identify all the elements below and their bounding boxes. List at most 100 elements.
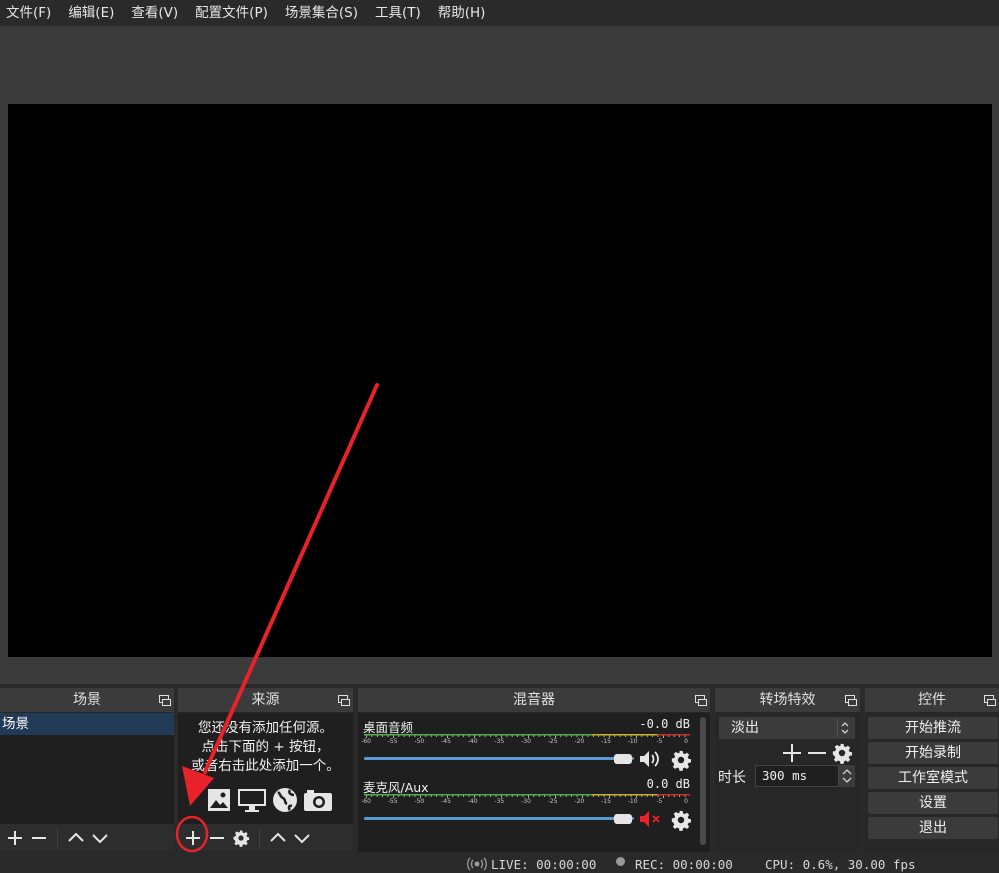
meter-tick-label: -40 [467,738,478,745]
move-scene-up-button[interactable] [64,826,88,850]
meter-tick [517,735,518,737]
meter-tick [684,735,686,737]
scenes-list[interactable]: 场景 [0,713,174,824]
meter-tick [387,735,389,737]
preview-canvas[interactable] [8,104,992,657]
meter-tick [679,795,680,797]
mixer-body: 桌面音频 -0.0 dB -60 -55 -50 -45 -40 -35 -30 -25 -20… [358,713,710,852]
studio-mode-button[interactable]: 工作室模式 [868,767,998,789]
settings-button[interactable]: 设置 [868,792,998,814]
volume-slider-handle[interactable] [614,814,632,824]
gear-icon[interactable] [670,749,692,771]
meter-tick-label: -50 [414,738,425,745]
duration-spinner[interactable] [839,765,855,787]
float-dock-icon[interactable] [984,695,996,706]
menu-file[interactable]: 文件(F) [6,0,51,26]
meter-tick [544,795,545,797]
meter-tick [441,795,443,797]
menu-edit[interactable]: 编辑(E) [68,0,114,26]
scene-item[interactable]: 场景 [0,713,174,735]
add-transition-button[interactable] [781,742,803,764]
meter-tick [403,735,405,737]
meter-tick [376,795,378,797]
add-scene-button[interactable] [3,826,27,850]
duration-input[interactable]: 300 ms [755,765,839,787]
meter-tick [371,735,373,737]
meter-tick [441,735,443,737]
move-source-down-button[interactable] [290,826,314,850]
meter-tick [619,735,621,737]
meter-tick [425,795,427,797]
add-source-button[interactable] [181,826,205,850]
meter-tick [436,735,437,737]
live-timer: LIVE: 00:00:00 [491,857,597,872]
meter-tick-label: -45 [441,738,451,745]
meter-tick-label: -25 [547,798,558,805]
meter-tick [673,795,675,797]
meter-segment [592,734,658,736]
meter-tick [614,795,616,797]
meter-segment [657,734,690,736]
meter-tick [463,795,464,797]
menu-scene-collection[interactable]: 场景集合(S) [285,0,358,26]
audio-channel-desktop: 桌面音频 -0.0 dB -60 -55 -50 -45 -40 -35 -30 -25 -20… [361,717,694,775]
meter-tick [506,795,508,797]
move-source-up-button[interactable] [266,826,290,850]
duration-label: 时长 [718,770,746,786]
meter-tick [376,735,378,737]
transition-properties-button[interactable] [831,742,853,764]
meter-tick [452,795,454,797]
meter-tick [538,795,540,797]
meter-tick [468,735,470,737]
meter-tick [430,735,432,737]
start-streaming-button[interactable]: 开始推流 [868,717,998,739]
meter-tick [565,795,567,797]
remove-transition-button[interactable] [806,742,828,764]
volume-slider-handle[interactable] [614,754,632,764]
menu-profile[interactable]: 配置文件(P) [195,0,268,26]
speaker-icon[interactable] [638,749,662,769]
chevron-up-icon [68,832,84,842]
volume-slider[interactable] [364,757,634,760]
exit-button[interactable]: 退出 [868,817,998,839]
meter-tick [603,735,605,737]
meter-tick [484,735,486,737]
mixer-scrollbar[interactable] [700,717,706,845]
move-scene-down-button[interactable] [88,826,112,850]
meter-tick [646,795,648,797]
speaker-muted-icon[interactable] [638,809,662,829]
float-dock-icon[interactable] [338,695,350,706]
meter-tick [652,735,653,737]
sources-list[interactable]: 您还没有添加任何源。 点击下面的 + 按钮， 或者右击此处添加一个。 [178,713,353,824]
start-recording-button[interactable]: 开始录制 [868,742,998,764]
meter-tick [565,735,567,737]
source-properties-button[interactable] [229,826,253,850]
toolbar-divider [259,827,260,848]
meter-tick [549,795,551,797]
meter-tick [452,735,454,737]
meter-tick-label: -10 [627,738,638,745]
meter-tick [409,735,410,737]
float-dock-icon[interactable] [159,695,171,706]
menu-view[interactable]: 查看(V) [131,0,178,26]
remove-scene-button[interactable] [27,826,51,850]
menu-help[interactable]: 帮助(H) [438,0,486,26]
gear-icon[interactable] [670,809,692,831]
meter-tick [387,795,389,797]
meter-tick [533,735,535,737]
meter-tick [657,795,659,797]
meter-tick [619,795,621,797]
mixer-dock-title: 混音器 [358,688,710,712]
transition-select[interactable]: 淡出 [719,717,855,739]
controls-dock: 控件 开始推流 开始录制 工作室模式 设置 退出 [865,688,999,852]
float-dock-icon[interactable] [695,695,707,706]
menu-tools[interactable]: 工具(T) [375,0,421,26]
meter-tick [457,795,459,797]
remove-source-button[interactable] [205,826,229,850]
transitions-dock-title: 转场特效 [715,688,860,712]
meter-tick [598,795,599,797]
float-dock-icon[interactable] [845,695,857,706]
meter-tick [506,735,508,737]
volume-slider[interactable] [364,817,634,820]
meter-scale: -60 -55 -50 -45 -40 -35 -30 -25 -20 -15 -10 -5 0 [361,798,688,808]
